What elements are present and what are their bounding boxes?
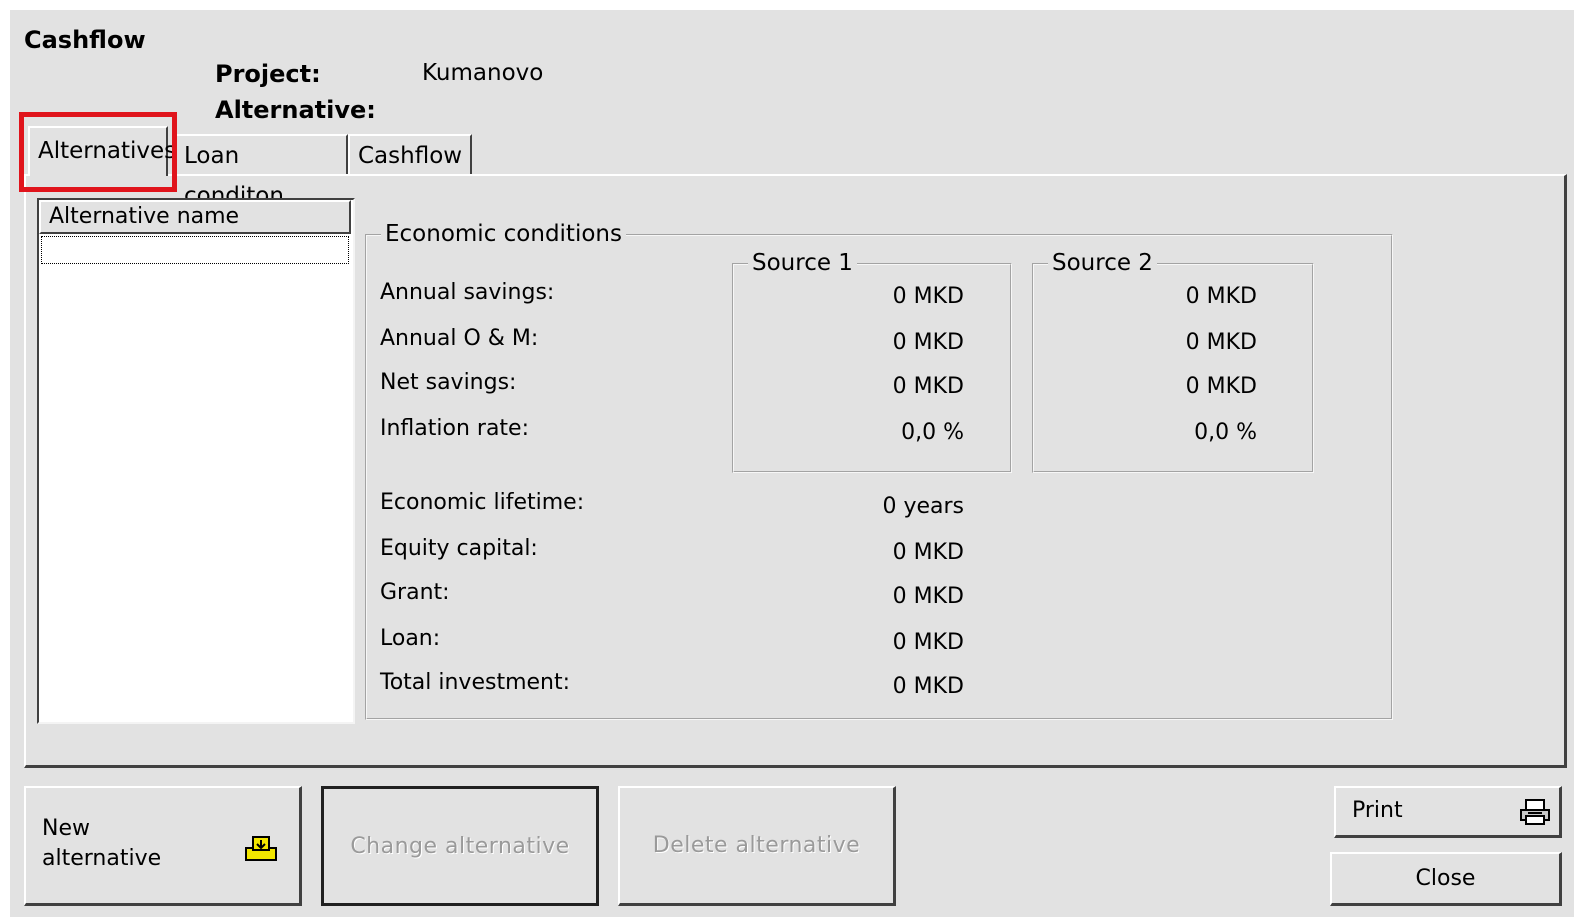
annual-savings-source1: 0 MKD: [810, 284, 964, 309]
annual-om-label: Annual O & M:: [380, 326, 538, 351]
grant-value: 0 MKD: [810, 584, 964, 609]
source-1-title: Source 1: [748, 251, 857, 275]
cashflow-window: Cashflow Project: Kumanovo Alternative: …: [10, 10, 1574, 917]
equity-capital-label: Equity capital:: [380, 536, 538, 561]
alternatives-list[interactable]: Alternative name: [37, 198, 355, 724]
list-column-header[interactable]: Alternative name: [39, 200, 351, 234]
economic-lifetime-label: Economic lifetime:: [380, 490, 584, 515]
new-alternative-line1: New: [42, 816, 90, 841]
print-label: Print: [1352, 798, 1403, 823]
window-title: Cashflow: [24, 26, 146, 54]
delete-alternative-label: Delete alternative: [620, 788, 893, 903]
total-investment-label: Total investment:: [380, 670, 570, 695]
close-button[interactable]: Close: [1330, 852, 1562, 906]
total-investment-value: 0 MKD: [810, 674, 964, 699]
loan-label: Loan:: [380, 626, 440, 651]
new-alternative-line2: alternative: [42, 846, 161, 871]
inflation-rate-label: Inflation rate:: [380, 416, 529, 441]
close-label: Close: [1332, 866, 1559, 891]
project-value: Kumanovo: [422, 60, 543, 86]
loan-value: 0 MKD: [810, 630, 964, 655]
tab-cashflow-label: Cashflow: [358, 143, 462, 169]
annual-savings-label: Annual savings:: [380, 280, 554, 305]
grant-label: Grant:: [380, 580, 450, 605]
net-savings-label: Net savings:: [380, 370, 516, 395]
printer-icon: [1518, 798, 1552, 826]
annual-savings-source2: 0 MKD: [1110, 284, 1257, 309]
change-alternative-label: Change alternative: [324, 789, 596, 903]
net-savings-source1: 0 MKD: [810, 374, 964, 399]
alternative-label: Alternative:: [215, 96, 376, 124]
economic-lifetime-value: 0 years: [810, 494, 964, 519]
economic-conditions-title: Economic conditions: [381, 222, 626, 246]
inflation-rate-source1: 0,0 %: [810, 420, 964, 445]
add-record-icon: [244, 834, 278, 862]
new-alternative-button[interactable]: New alternative: [24, 786, 302, 906]
source-2-title: Source 2: [1048, 251, 1157, 275]
list-item[interactable]: [41, 236, 349, 264]
tab-loan-condition[interactable]: Loan conditon: [174, 134, 348, 174]
tab-cashflow[interactable]: Cashflow: [348, 134, 472, 174]
project-label: Project:: [215, 60, 321, 88]
net-savings-source2: 0 MKD: [1110, 374, 1257, 399]
inflation-rate-source2: 0,0 %: [1110, 420, 1257, 445]
delete-alternative-button[interactable]: Delete alternative: [618, 786, 896, 906]
annual-om-source2: 0 MKD: [1110, 330, 1257, 355]
annual-om-source1: 0 MKD: [810, 330, 964, 355]
print-button[interactable]: Print: [1334, 786, 1562, 838]
change-alternative-button[interactable]: Change alternative: [321, 786, 599, 906]
equity-capital-value: 0 MKD: [810, 540, 964, 565]
tab-alternatives-label: Alternatives: [38, 138, 176, 164]
tab-alternatives[interactable]: Alternatives: [28, 126, 168, 176]
